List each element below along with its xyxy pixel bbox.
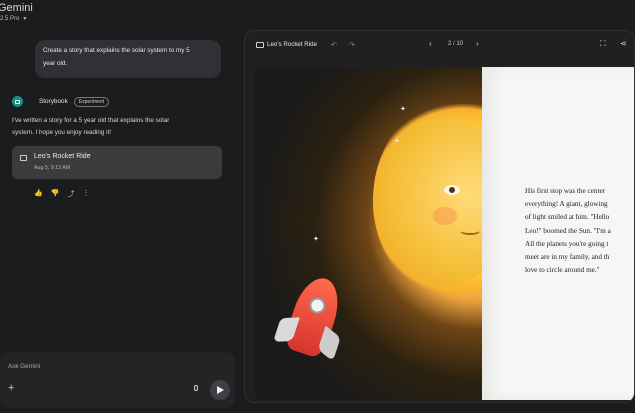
story-card-title: Leo's Rocket Ride xyxy=(34,153,91,160)
user-message-line-2: year old. xyxy=(43,60,68,67)
story-card[interactable]: Leo's Rocket Ride Aug 5, 9:13 AM xyxy=(12,146,222,179)
rocket-fin-right xyxy=(317,325,341,362)
chevron-down-icon: ▼ xyxy=(22,16,28,22)
viewer-title: Leo's Rocket Ride xyxy=(267,41,318,48)
share-icon[interactable]: ⋖ xyxy=(620,39,627,48)
illustration-page: ✦ ✦ ✦ xyxy=(255,67,482,400)
page-indicator: 2 / 10 xyxy=(448,41,464,47)
viewer-toolbar: Leo's Rocket Ride ↶ ↷ ‹ 2 / 10 › ⛶ ⋖ xyxy=(245,31,634,61)
chat-input[interactable]: Ask Gemini xyxy=(8,363,40,370)
assistant-message-line-2: system. I hope you enjoy reading it! xyxy=(12,129,112,136)
chat-pane: Gemini 2.5 Pro ▼ Create a story that exp… xyxy=(0,0,240,413)
star-icon: ✦ xyxy=(400,106,406,113)
story-text: His first stop was the center everything… xyxy=(525,185,634,277)
book-icon xyxy=(256,42,264,48)
story-line: everything! A giant, glowing xyxy=(525,200,608,209)
star-icon: ✦ xyxy=(313,236,319,243)
assistant-name: Storybook xyxy=(39,98,68,105)
thumbs-up-icon[interactable]: 👍 xyxy=(34,189,43,199)
app-title: Gemini xyxy=(0,2,33,14)
thumbs-down-icon[interactable]: 👎 xyxy=(51,189,60,199)
story-line: of light smiled at him. "Hello xyxy=(525,213,610,222)
assistant-message-line-1: I've written a story for a 5 year old th… xyxy=(12,117,170,124)
chevron-right-icon[interactable]: › xyxy=(476,39,479,48)
rocket xyxy=(272,272,347,362)
model-selector[interactable]: 2.5 Pro ▼ xyxy=(0,16,27,22)
redo-icon[interactable]: ↷ xyxy=(349,41,355,49)
story-line: meet are in my family, and th xyxy=(525,253,610,262)
send-button[interactable] xyxy=(210,380,230,400)
rocket-fin-left xyxy=(272,317,300,342)
book-icon xyxy=(20,155,27,161)
story-line: All the planets you're going t xyxy=(525,239,609,248)
more-icon[interactable]: ⋮ xyxy=(82,189,89,199)
storybook-viewer: Leo's Rocket Ride ↶ ↷ ‹ 2 / 10 › ⛶ ⋖ ✦ ✦… xyxy=(244,30,635,403)
sun-cheek xyxy=(433,207,457,225)
plus-icon[interactable]: + xyxy=(8,382,14,394)
model-label: 2.5 Pro xyxy=(0,16,20,22)
user-message: Create a story that explains the solar s… xyxy=(35,40,221,78)
assistant-header: Storybook Experiment xyxy=(12,96,110,107)
experiment-badge: Experiment xyxy=(73,96,110,107)
assistant-message: I've written a story for a 5 year old th… xyxy=(12,115,222,139)
story-line: Leo!" boomed the Sun. "I'm a xyxy=(525,226,611,235)
storybook-icon xyxy=(12,96,23,107)
story-line: love to circle around me." xyxy=(525,266,600,275)
mic-icon[interactable] xyxy=(194,385,198,391)
share-icon[interactable]: ⤴ xyxy=(67,189,74,199)
sun-mouth xyxy=(460,227,480,235)
send-icon xyxy=(216,386,224,394)
story-line: His first stop was the center xyxy=(525,187,606,195)
star-icon: ✦ xyxy=(394,138,400,145)
rocket-window xyxy=(307,295,328,316)
user-message-line-1: Create a story that explains the solar s… xyxy=(43,47,190,54)
text-page: His first stop was the center everything… xyxy=(482,67,634,400)
message-actions: 👍 👎 ⤴ ⋮ xyxy=(34,189,89,199)
chat-input-box: Ask Gemini + xyxy=(0,352,235,408)
fullscreen-icon[interactable]: ⛶ xyxy=(600,39,606,49)
chevron-left-icon[interactable]: ‹ xyxy=(429,39,432,48)
story-card-date: Aug 5, 9:13 AM xyxy=(34,165,71,171)
sun-eye xyxy=(444,185,460,195)
undo-icon[interactable]: ↶ xyxy=(331,41,337,49)
